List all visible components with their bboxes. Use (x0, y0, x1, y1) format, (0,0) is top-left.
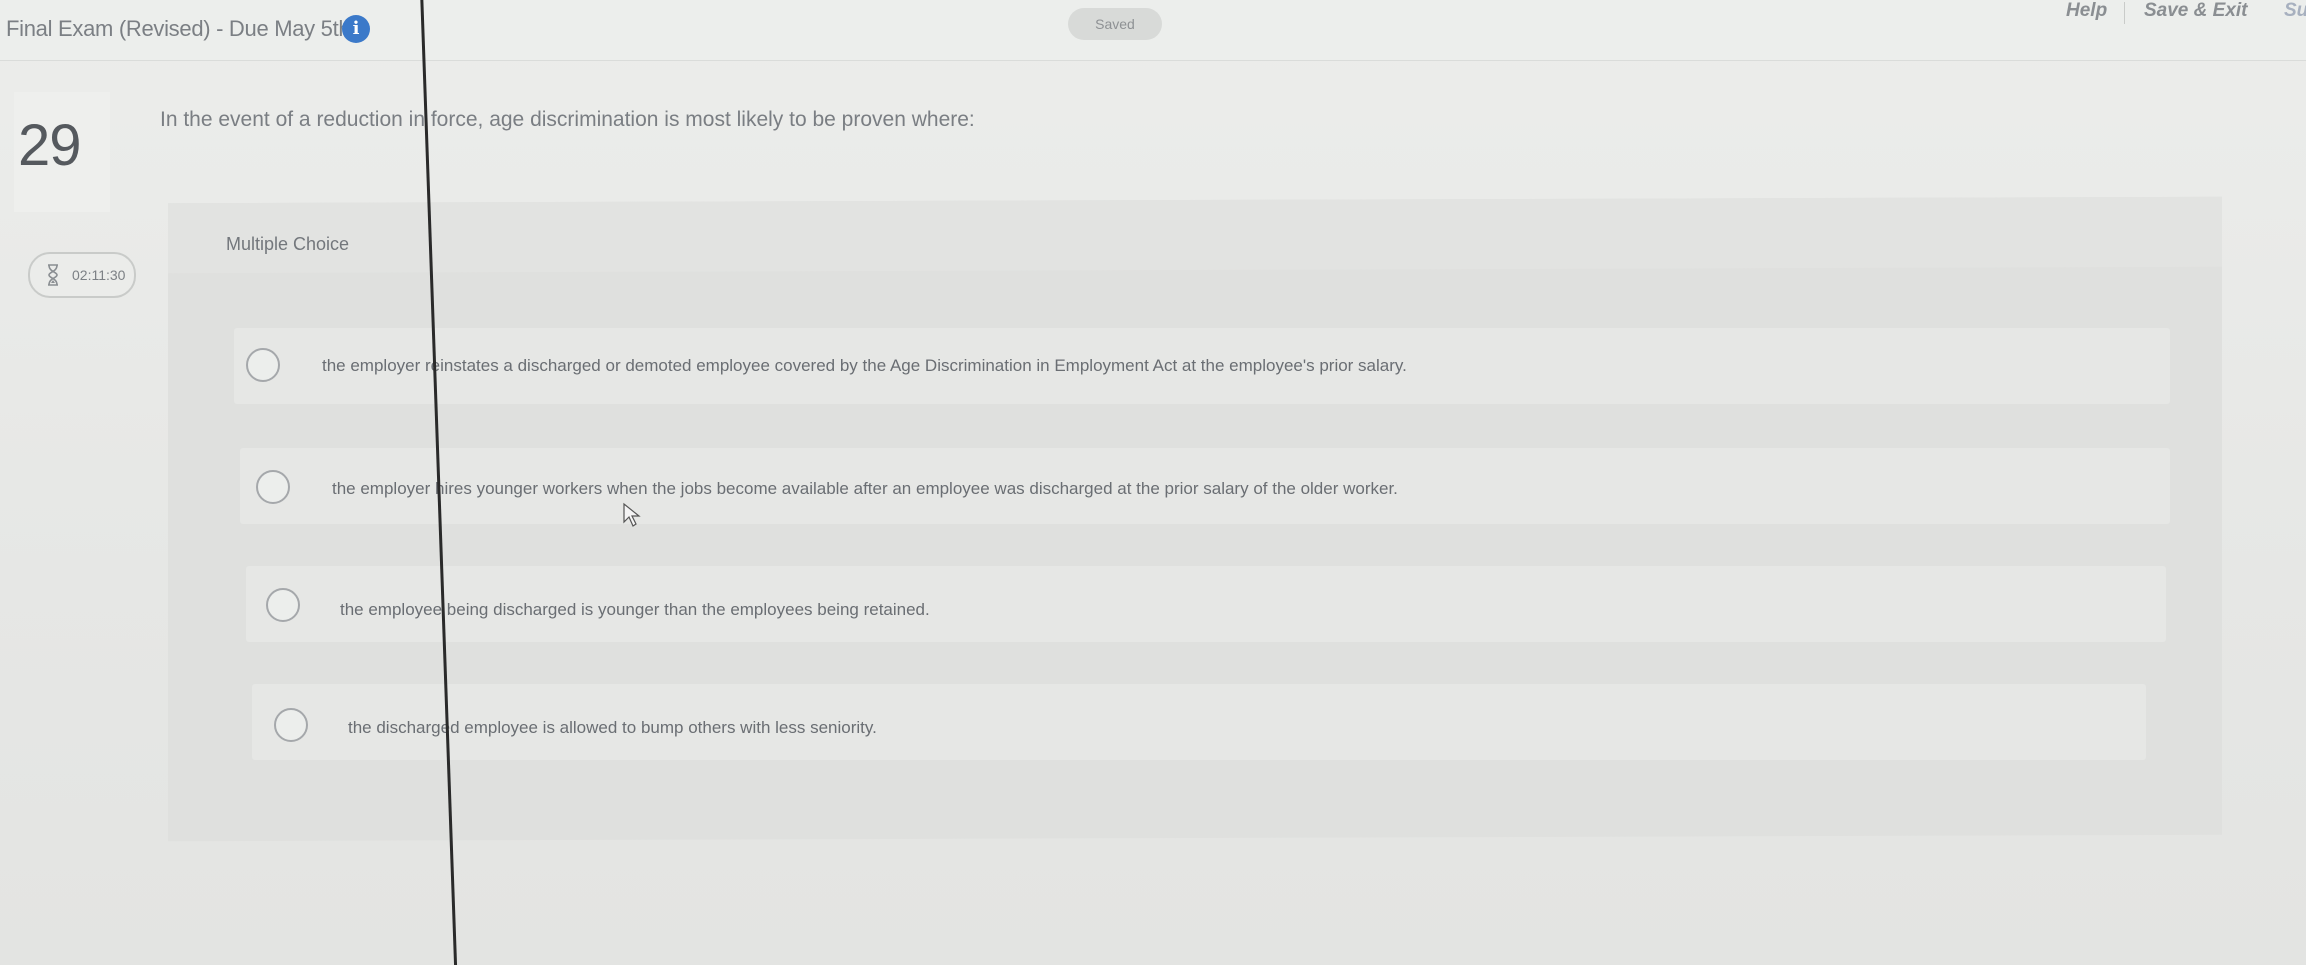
question-type-label: Multiple Choice (226, 234, 350, 254)
question-number: 29 (18, 113, 82, 178)
answer-option[interactable]: the discharged employee is allowed to bu… (252, 684, 2146, 760)
answer-option-text: the employee being discharged is younger… (340, 600, 930, 619)
answer-option[interactable]: the employee being discharged is younger… (246, 566, 2166, 642)
submit-button[interactable]: Su (2284, 0, 2306, 22)
radio-button[interactable] (266, 588, 300, 622)
answer-option[interactable]: the employer hires younger workers when … (240, 448, 2170, 524)
radio-button[interactable] (274, 708, 308, 742)
answer-option-text: the employer reinstates a discharged or … (322, 356, 1407, 375)
top-bar: Final Exam (Revised) - Due May 5th i Sav… (0, 0, 2306, 61)
radio-button[interactable] (246, 348, 280, 382)
question-prompt: In the event of a reduction in force, ag… (160, 108, 975, 131)
answer-option-text: the employer hires younger workers when … (332, 479, 1398, 498)
saved-status-badge: Saved (1068, 8, 1162, 40)
exam-title: Final Exam (Revised) - Due May 5th (6, 16, 351, 41)
timer-text: 02:11:30 (72, 267, 126, 283)
save-and-exit-button[interactable]: Save & Exit (2144, 0, 2248, 22)
panel-header (168, 196, 2222, 274)
help-button[interactable]: Help (2066, 0, 2107, 22)
divider (2124, 2, 2125, 24)
radio-button[interactable] (256, 470, 290, 504)
answer-option[interactable]: the employer reinstates a discharged or … (234, 328, 2170, 404)
info-icon[interactable]: i (342, 15, 370, 43)
exam-page: Final Exam (Revised) - Due May 5th i Sav… (0, 0, 2306, 965)
hourglass-icon (48, 264, 58, 286)
answer-option-text: the discharged employee is allowed to bu… (348, 718, 877, 737)
timer-badge[interactable]: 02:11:30 (28, 252, 136, 298)
mouse-cursor-icon (623, 502, 641, 527)
